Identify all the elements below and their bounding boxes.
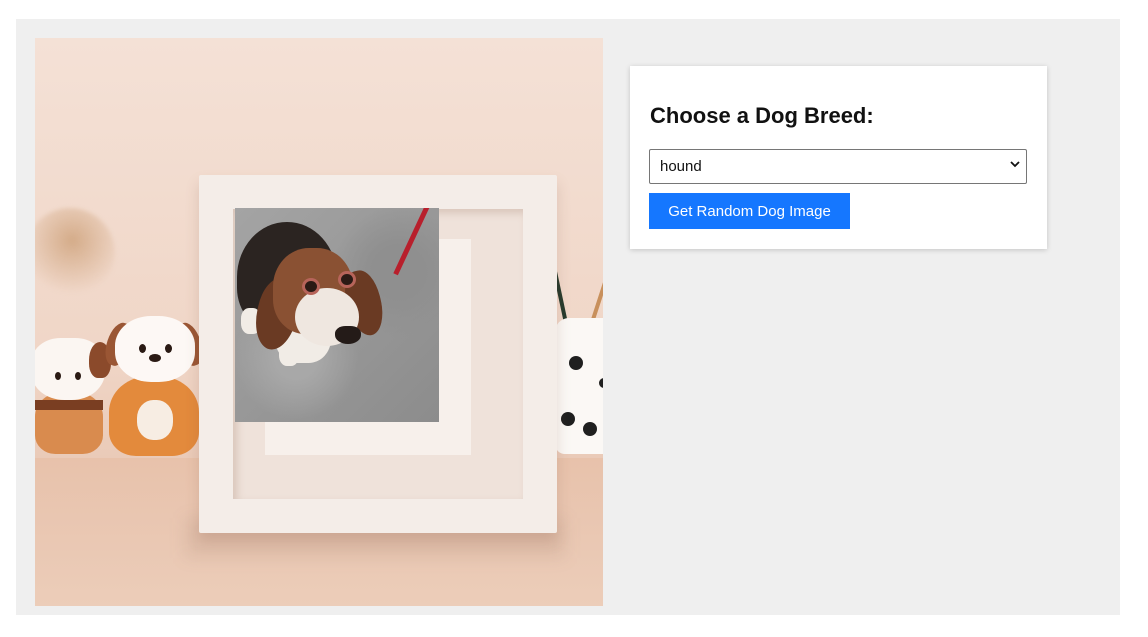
breed-select[interactable]: hound bbox=[649, 149, 1027, 184]
app-container: Choose a Dog Breed: hound Get Random Dog… bbox=[16, 19, 1120, 615]
plush-dog-toy-left bbox=[35, 338, 111, 456]
pencil-cup bbox=[552, 268, 603, 458]
dog-image bbox=[35, 38, 603, 606]
photo-frame bbox=[199, 175, 557, 533]
get-random-dog-image-button[interactable]: Get Random Dog Image bbox=[649, 193, 850, 229]
dried-wheat-decoration bbox=[35, 190, 133, 316]
breed-selector-panel: Choose a Dog Breed: hound Get Random Dog… bbox=[630, 66, 1047, 249]
plush-dog-toy-middle bbox=[100, 316, 208, 456]
panel-title: Choose a Dog Breed: bbox=[650, 103, 874, 128]
hound-photo bbox=[235, 208, 439, 422]
